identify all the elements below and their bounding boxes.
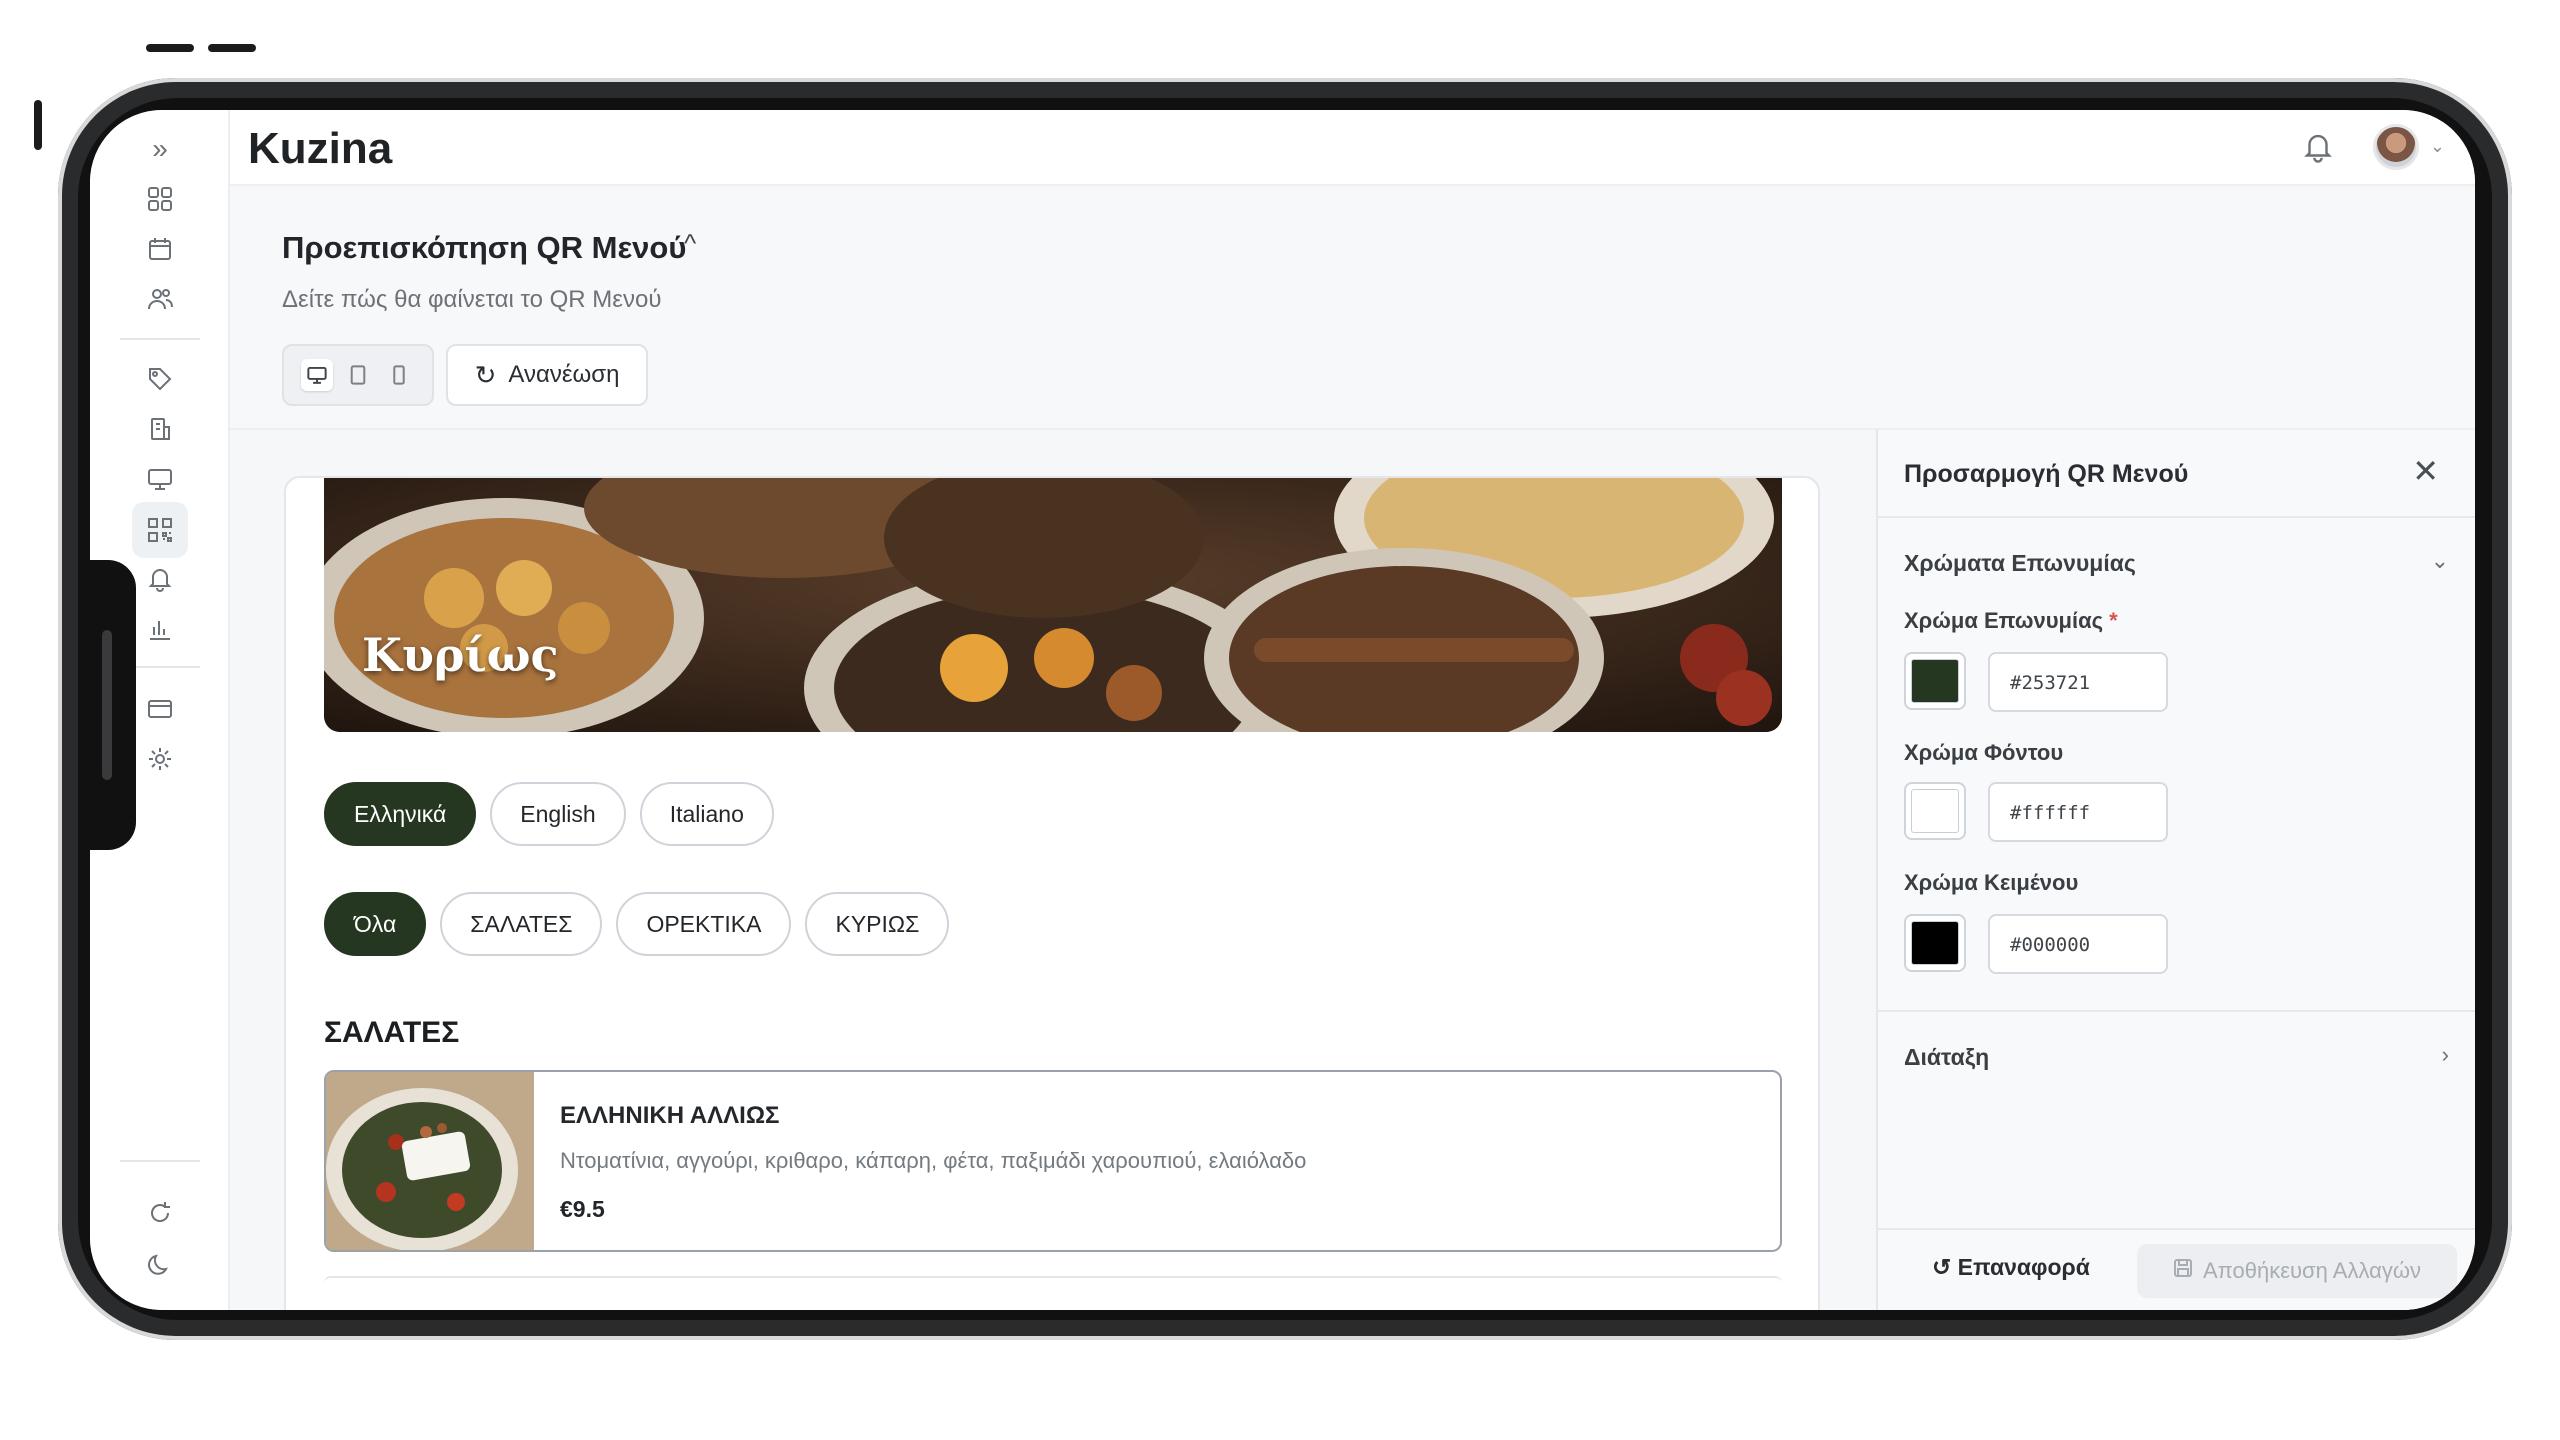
- card-icon[interactable]: [137, 686, 183, 732]
- language-tab-greek[interactable]: Ελληνικά: [324, 782, 477, 846]
- refresh-button[interactable]: ↻ Ανανέωση: [446, 344, 648, 406]
- text-color-input[interactable]: #000000: [1988, 914, 2168, 974]
- menu-item-price: €9.5: [560, 1196, 605, 1222]
- chevron-down-icon[interactable]: ⌄: [2430, 136, 2445, 157]
- tag-icon[interactable]: [137, 356, 183, 402]
- background-color-label: Χρώμα Φόντου: [1904, 740, 2064, 765]
- category-tab-all[interactable]: Όλα: [324, 892, 427, 956]
- users-icon[interactable]: [137, 276, 183, 322]
- menu-item-name: ΕΛΛΗΝΙΚΗ ΑΛΛΙΩΣ: [560, 1102, 780, 1129]
- building-icon[interactable]: [137, 406, 183, 452]
- reset-button[interactable]: ↺ Επαναφορά: [1932, 1254, 2090, 1281]
- next-menu-item-edge: [324, 1276, 1782, 1290]
- reset-icon: ↺: [1932, 1254, 1952, 1280]
- top-bar: Kuzina ⌄: [230, 110, 2475, 186]
- menu-item-description: Ντοματίνια, αγγούρι, κριθαρο, κάπαρη, φέ…: [560, 1148, 1307, 1173]
- user-avatar[interactable]: [2373, 124, 2419, 170]
- save-icon: [2173, 1258, 2193, 1284]
- panel-title: Προσαρμογή QR Μενού: [1904, 460, 2189, 488]
- tablet-view-icon[interactable]: [342, 359, 374, 391]
- hero-food-image: [324, 478, 1782, 732]
- refresh-icon[interactable]: [137, 1190, 183, 1236]
- refresh-icon: ↻: [474, 359, 497, 390]
- bell-icon[interactable]: [137, 556, 183, 602]
- brand-colors-accordion-header[interactable]: Χρώματα Επωνυμίας: [1904, 550, 2136, 577]
- section-title: ΣΑΛΑΤΕΣ: [324, 1016, 460, 1049]
- brand-color-input[interactable]: #253721: [1988, 652, 2168, 712]
- chart-icon[interactable]: [137, 606, 183, 652]
- page-title: Προεπισκόπηση QR Μενού: [282, 230, 687, 265]
- chevron-right-icon[interactable]: ›: [2442, 1042, 2449, 1068]
- language-tabs: Ελληνικά English Italiano: [324, 782, 774, 846]
- app-brand: Kuzina: [248, 124, 393, 173]
- phone-side-button: [34, 100, 42, 150]
- close-icon[interactable]: ✕: [2412, 452, 2439, 490]
- qr-code-icon[interactable]: [132, 502, 188, 558]
- page-header: Προεπισκόπηση QR Μενού ^ Δείτε πώς θα φα…: [230, 188, 2475, 430]
- device-notch: [90, 560, 136, 850]
- device-toggle-group: [282, 344, 434, 406]
- brand-color-swatch[interactable]: [1904, 652, 1966, 710]
- settings-icon[interactable]: [137, 736, 183, 782]
- notification-bell-icon[interactable]: [2301, 130, 2335, 164]
- background-color-swatch[interactable]: [1904, 782, 1966, 840]
- layout-accordion-header[interactable]: Διάταξη: [1904, 1044, 1989, 1071]
- category-tab-appetizers[interactable]: ΟΡΕΚΤΙΚΑ: [616, 892, 792, 956]
- app-screen: » Kuzina ⌄ Προεπισκόπηση QR Μενού ^ Δείτ…: [90, 110, 2475, 1310]
- hero-title: Κυρίως: [362, 628, 559, 682]
- text-color-swatch[interactable]: [1904, 914, 1966, 972]
- desktop-view-icon[interactable]: [300, 359, 333, 391]
- collapse-chevron-icon[interactable]: ^: [684, 228, 696, 259]
- expand-icon[interactable]: »: [137, 126, 183, 172]
- background-color-input[interactable]: #ffffff: [1988, 782, 2168, 842]
- menu-item-card[interactable]: ΕΛΛΗΝΙΚΗ ΑΛΛΙΩΣ Ντοματίνια, αγγούρι, κρι…: [324, 1070, 1782, 1252]
- mobile-view-icon[interactable]: [383, 359, 415, 391]
- page-subtitle: Δείτε πώς θα φαίνεται το QR Μενού: [282, 286, 662, 313]
- category-tabs: Όλα ΣΑΛΑΤΕΣ ΟΡΕΚΤΙΚΑ ΚΥΡΙΩΣ: [324, 892, 950, 956]
- phone-side-button: [208, 44, 256, 52]
- dashboard-icon[interactable]: [137, 176, 183, 222]
- chevron-down-icon[interactable]: ⌄: [2431, 548, 2449, 574]
- language-tab-english[interactable]: English: [490, 782, 626, 846]
- category-tab-mains[interactable]: ΚΥΡΙΩΣ: [805, 892, 950, 956]
- text-color-label: Χρώμα Κειμένου: [1904, 870, 2079, 895]
- refresh-label: Ανανέωση: [508, 361, 620, 388]
- qr-menu-preview: Κυρίως Ελληνικά English Italiano Όλα ΣΑΛ…: [284, 476, 1820, 1310]
- monitor-icon[interactable]: [137, 456, 183, 502]
- brand-color-label: Χρώμα Επωνυμίας *: [1904, 608, 2118, 633]
- save-changes-button[interactable]: Αποθήκευση Αλλαγών: [2137, 1244, 2457, 1298]
- menu-item-image: [326, 1072, 534, 1250]
- calendar-icon[interactable]: [137, 226, 183, 272]
- language-tab-italian[interactable]: Italiano: [639, 782, 774, 846]
- category-tab-salads[interactable]: ΣΑΛΑΤΕΣ: [440, 892, 603, 956]
- hero-banner: Κυρίως: [324, 478, 1782, 732]
- phone-side-button: [146, 44, 194, 52]
- moon-icon[interactable]: [137, 1242, 183, 1288]
- panel-footer: ↺ Επαναφορά Αποθήκευση Αλλαγών: [1878, 1228, 2475, 1310]
- customization-panel: Προσαρμογή QR Μενού ✕ Χρώματα Επωνυμίας …: [1876, 430, 2475, 1310]
